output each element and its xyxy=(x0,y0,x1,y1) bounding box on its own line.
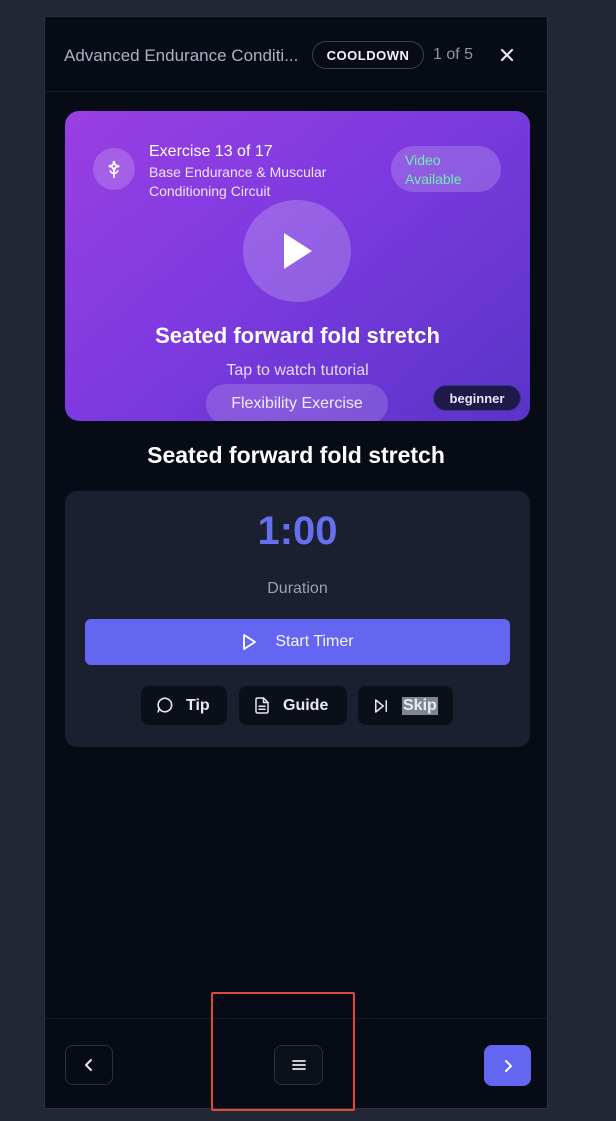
exercise-avatar xyxy=(93,148,135,190)
exercise-counter: Exercise 13 of 17 xyxy=(149,143,273,160)
hero-subtitle: Tap to watch tutorial xyxy=(226,362,369,379)
play-icon xyxy=(284,233,312,269)
timer-card: 1:00 Duration Start Timer Tip Guide Skip xyxy=(65,491,530,747)
play-button[interactable] xyxy=(243,200,351,302)
video-available-badge: Video Available xyxy=(391,146,501,192)
phase-badge: COOLDOWN xyxy=(312,41,424,69)
tip-label: Tip xyxy=(186,696,210,714)
exercise-name: Seated forward fold stretch xyxy=(147,442,445,468)
message-circle-icon xyxy=(157,697,173,713)
difficulty-badge: beginner xyxy=(433,385,521,411)
timer-display: 1:00 xyxy=(257,509,338,553)
category-badge: Flexibility Exercise xyxy=(206,384,388,421)
chevron-left-icon xyxy=(85,1059,92,1071)
navigation-footer xyxy=(45,1018,547,1108)
next-button[interactable] xyxy=(484,1045,531,1086)
video-hero-card[interactable]: Exercise 13 of 17 Base Endurance & Muscu… xyxy=(65,111,530,421)
file-text-icon xyxy=(255,697,269,714)
exercise-panel: Advanced Endurance Conditi... COOLDOWN 1… xyxy=(44,16,548,1109)
guide-label: Guide xyxy=(283,696,329,714)
chevron-right-icon xyxy=(504,1059,512,1072)
close-icon xyxy=(500,48,514,62)
skip-label: Skip xyxy=(402,696,438,715)
close-button[interactable] xyxy=(493,41,521,69)
flower-icon xyxy=(108,160,120,179)
skip-forward-icon xyxy=(375,698,387,713)
start-timer-label: Start Timer xyxy=(275,633,354,650)
guide-button[interactable]: Guide xyxy=(239,686,347,725)
progress-indicator: 1 of 5 xyxy=(433,46,474,63)
start-timer-button[interactable]: Start Timer xyxy=(85,619,510,665)
tip-button[interactable]: Tip xyxy=(141,686,227,725)
menu-icon xyxy=(291,1060,306,1070)
workout-title: Advanced Endurance Conditi... xyxy=(64,46,299,65)
play-outline-icon xyxy=(243,634,257,650)
skip-button[interactable]: Skip xyxy=(358,686,453,725)
panel-header: Advanced Endurance Conditi... COOLDOWN 1… xyxy=(45,17,547,92)
menu-button[interactable] xyxy=(274,1045,323,1085)
previous-button[interactable] xyxy=(65,1045,113,1085)
duration-label: Duration xyxy=(267,580,328,597)
hero-title: Seated forward fold stretch xyxy=(155,323,440,348)
circuit-name: Base Endurance & Muscular Conditioning C… xyxy=(149,164,327,199)
